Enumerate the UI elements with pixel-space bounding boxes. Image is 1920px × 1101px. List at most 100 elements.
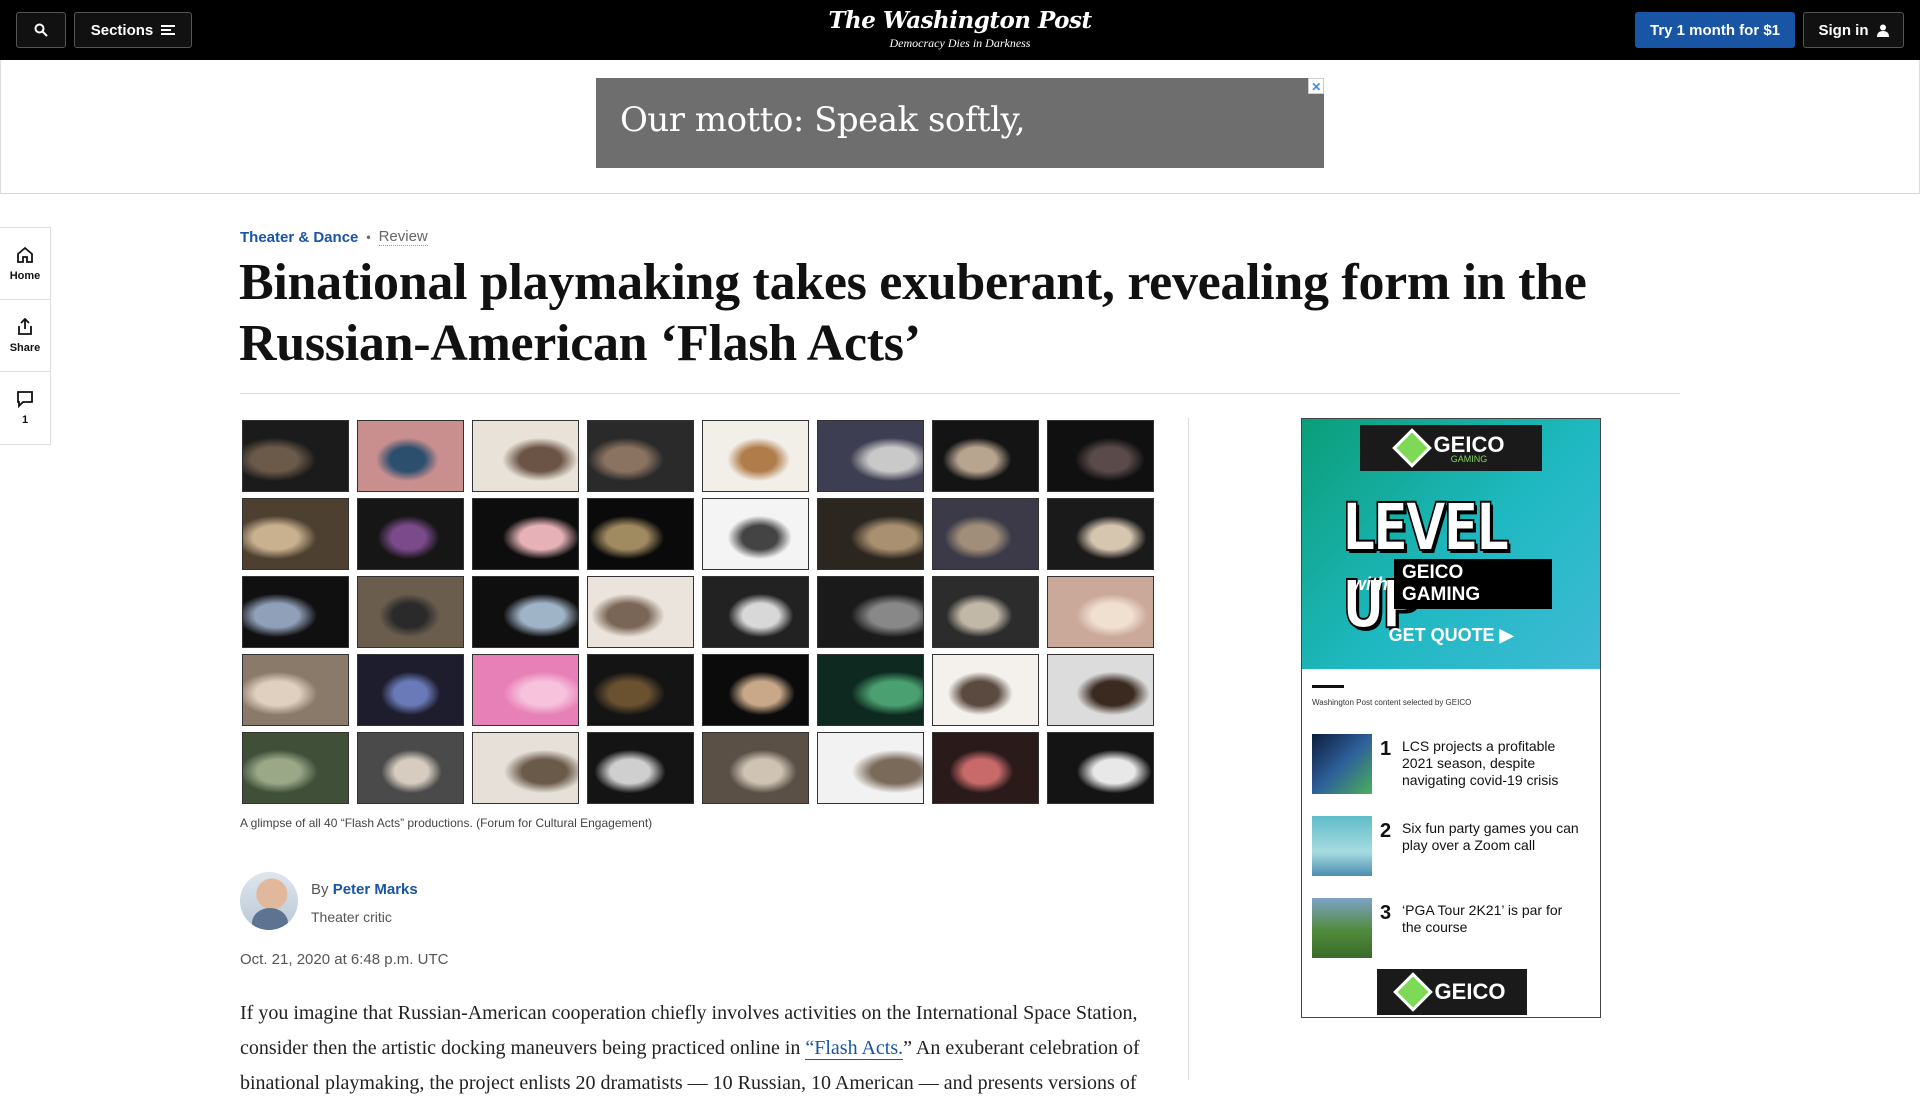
production-thumbnail (587, 654, 694, 726)
site-logo[interactable]: The Washington Post Democracy Dies in Da… (0, 7, 1920, 51)
sponsor-rule (1312, 685, 1344, 688)
author-role: Theater critic (311, 909, 392, 925)
production-thumbnail (817, 498, 924, 570)
ad-close-icon[interactable]: ✕ (1308, 78, 1324, 94)
comment-icon (17, 391, 33, 408)
production-thumbnail (242, 498, 349, 570)
byline: By Peter Marks (311, 881, 418, 898)
production-thumbnail (817, 420, 924, 492)
article-headline: Binational playmaking takes exuberant, r… (239, 254, 1587, 372)
sponsored-title-2: Six fun party games you can play over a … (1402, 820, 1579, 853)
sign-in-label: Sign in (1818, 21, 1869, 39)
review-label[interactable]: Review (378, 228, 428, 246)
top-navigation-bar: Sections The Washington Post Democracy D… (0, 0, 1920, 60)
sign-in-button[interactable]: Sign in (1803, 12, 1904, 48)
production-thumbnail (817, 576, 924, 648)
production-thumbnail (472, 732, 579, 804)
production-thumbnail (932, 576, 1039, 648)
production-thumbnail (1047, 732, 1154, 804)
production-thumbnail (357, 732, 464, 804)
sponsored-title-3: ‘PGA Tour 2K21’ is par for the course (1402, 902, 1563, 935)
geico-logo: GEICO GAMING (1360, 425, 1542, 471)
production-thumbnail (932, 420, 1039, 492)
logo-tagline: Democracy Dies in Darkness (889, 36, 1031, 50)
ad-with-text: with (1352, 573, 1388, 594)
sponsored-item-1[interactable]: 1 LCS projects a profitable 2021 season,… (1312, 734, 1592, 796)
geico-bottom-brand: GEICO (1434, 979, 1506, 1004)
rail-home-label: Home (9, 269, 41, 282)
left-rail: Home Share 1 (0, 227, 51, 445)
production-thumbnail (357, 576, 464, 648)
production-thumbnail (932, 654, 1039, 726)
production-thumbnail (1047, 654, 1154, 726)
production-thumbnail (587, 576, 694, 648)
ad-with-brand: GEICO GAMING (1394, 559, 1552, 609)
byline-prefix: By (311, 881, 329, 898)
article-kicker: Theater & Dance • Review (240, 228, 428, 246)
sponsored-number-3: 3 (1380, 902, 1392, 924)
production-thumbnail (1047, 498, 1154, 570)
sponsored-number-2: 2 (1380, 820, 1392, 842)
home-icon (17, 246, 33, 263)
rail-comments-button[interactable]: 1 (0, 372, 50, 444)
geico-bottom-gem-icon (1392, 972, 1433, 1012)
production-thumbnail (702, 498, 809, 570)
author-avatar[interactable] (240, 872, 298, 930)
top-banner-ad[interactable]: Our motto: Speak softly, ✕ (596, 78, 1324, 168)
user-icon (1876, 24, 1889, 37)
get-quote-button[interactable]: GET QUOTE ▶ (1302, 625, 1600, 646)
ad-text: Our motto: Speak softly, (620, 100, 1026, 140)
production-thumbnail (702, 732, 809, 804)
geico-bottom-logo: GEICO (1377, 969, 1527, 1015)
rail-comments-count: 1 (21, 414, 29, 426)
production-thumbnail (472, 420, 579, 492)
sponsored-thumb-2 (1312, 816, 1372, 876)
production-thumbnail (357, 498, 464, 570)
sponsored-item-2[interactable]: 2 Six fun party games you can play over … (1312, 816, 1592, 878)
share-icon (18, 317, 32, 335)
production-thumbnail (472, 498, 579, 570)
production-thumbnail (702, 654, 809, 726)
sponsored-item-3[interactable]: 3 ‘PGA Tour 2K21’ is par for the course (1312, 898, 1592, 960)
production-thumbnail (587, 420, 694, 492)
subscribe-button[interactable]: Try 1 month for $1 (1635, 12, 1795, 48)
flash-acts-photo-grid[interactable] (240, 418, 1155, 806)
production-thumbnail (932, 732, 1039, 804)
logo-text: The Washington Post (828, 7, 1092, 34)
ad-hero: GEICO GAMING LEVEL UP with GEICO GAMING … (1302, 419, 1600, 669)
production-thumbnail (472, 576, 579, 648)
geico-side-ad[interactable]: GEICO GAMING LEVEL UP with GEICO GAMING … (1301, 418, 1601, 1018)
production-thumbnail (817, 654, 924, 726)
sponsored-number-1: 1 (1380, 738, 1392, 760)
sponsor-note: Washington Post content selected by GEIC… (1312, 698, 1472, 707)
sponsored-thumb-3 (1312, 898, 1372, 958)
sponsored-thumb-1 (1312, 734, 1372, 794)
production-thumbnail (587, 498, 694, 570)
production-thumbnail (817, 732, 924, 804)
headline-divider (240, 393, 1680, 394)
production-thumbnail (702, 420, 809, 492)
geico-gem-icon (1391, 428, 1432, 468)
production-thumbnail (242, 576, 349, 648)
rail-home-button[interactable]: Home (0, 228, 50, 300)
production-thumbnail (357, 420, 464, 492)
column-divider (1188, 418, 1189, 1080)
production-thumbnail (357, 654, 464, 726)
kicker-separator: • (366, 230, 371, 244)
production-thumbnail (242, 420, 349, 492)
rail-share-label: Share (9, 341, 41, 354)
flash-acts-link[interactable]: “Flash Acts. (805, 1037, 904, 1060)
production-thumbnail (702, 576, 809, 648)
author-link[interactable]: Peter Marks (333, 881, 418, 898)
publish-date: Oct. 21, 2020 at 6:48 p.m. UTC (240, 951, 449, 968)
production-thumbnail (242, 732, 349, 804)
production-thumbnail (1047, 576, 1154, 648)
rail-share-button[interactable]: Share (0, 300, 50, 372)
section-link[interactable]: Theater & Dance (240, 229, 358, 246)
production-thumbnail (587, 732, 694, 804)
ad-with-bar: with GEICO GAMING (1352, 559, 1552, 609)
production-thumbnail (242, 654, 349, 726)
production-thumbnail (472, 654, 579, 726)
production-thumbnail (1047, 420, 1154, 492)
production-thumbnail (932, 498, 1039, 570)
